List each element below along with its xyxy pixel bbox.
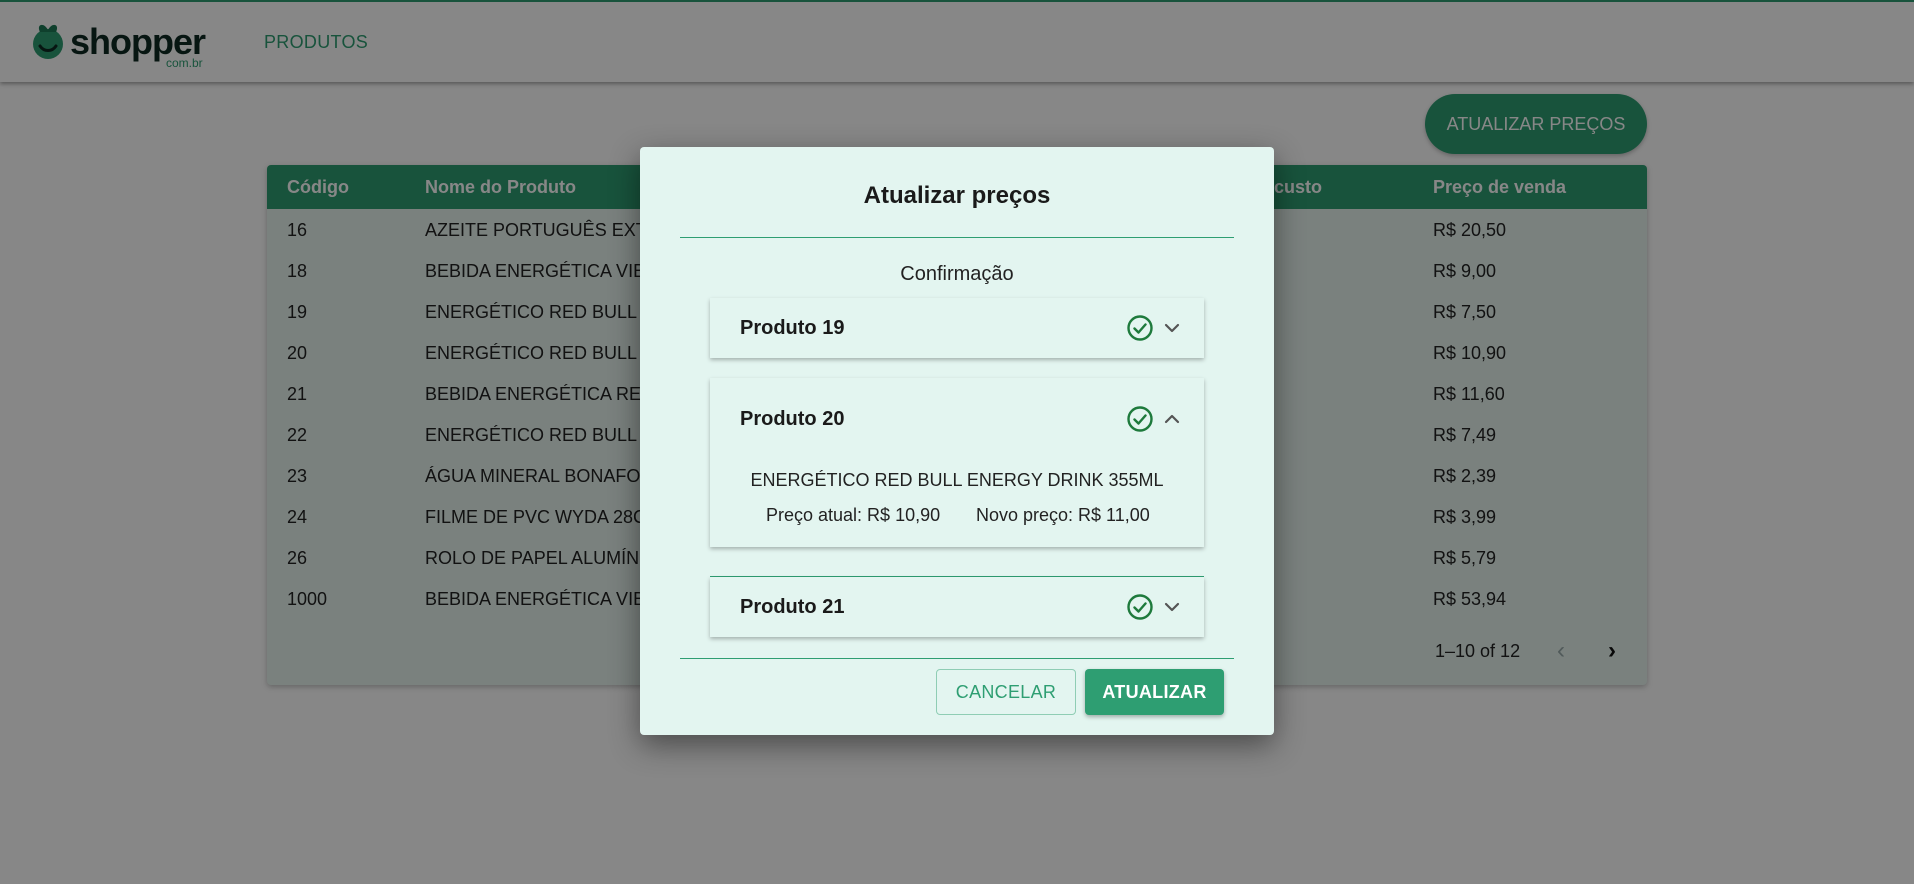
dialog-subtitle: Confirmação xyxy=(900,263,1014,285)
divider xyxy=(680,658,1234,659)
divider xyxy=(680,237,1234,238)
chevron-up-icon[interactable] xyxy=(1162,409,1182,429)
check-circle-icon xyxy=(1127,594,1153,620)
cancel-button[interactable]: CANCELAR xyxy=(936,669,1076,715)
accordion-title: Produto 20 xyxy=(740,408,845,430)
accordion-item-produto-20[interactable]: Produto 20 ENERGÉTICO RED BULL ENERGY DR… xyxy=(710,378,1204,547)
dialog-title: Atualizar preços xyxy=(863,182,1051,209)
current-price: Preço atual: R$ 10,90 xyxy=(766,505,941,525)
accordion-item-produto-19[interactable]: Produto 19 xyxy=(710,298,1204,358)
chevron-down-icon[interactable] xyxy=(1162,597,1182,617)
chevron-down-icon[interactable] xyxy=(1162,318,1182,338)
product-description: ENERGÉTICO RED BULL ENERGY DRINK 355ML xyxy=(750,470,1164,490)
check-circle-icon xyxy=(1127,406,1153,432)
new-price: Novo preço: R$ 11,00 xyxy=(976,505,1150,525)
confirm-update-button[interactable]: ATUALIZAR xyxy=(1085,669,1224,715)
accordion-title: Produto 19 xyxy=(740,317,845,339)
accordion-item-produto-21[interactable]: Produto 21 xyxy=(710,577,1204,637)
accordion-title: Produto 21 xyxy=(740,596,845,618)
update-prices-dialog: Atualizar preços Confirmação Produto 19 … xyxy=(640,147,1274,735)
check-circle-icon xyxy=(1127,315,1153,341)
